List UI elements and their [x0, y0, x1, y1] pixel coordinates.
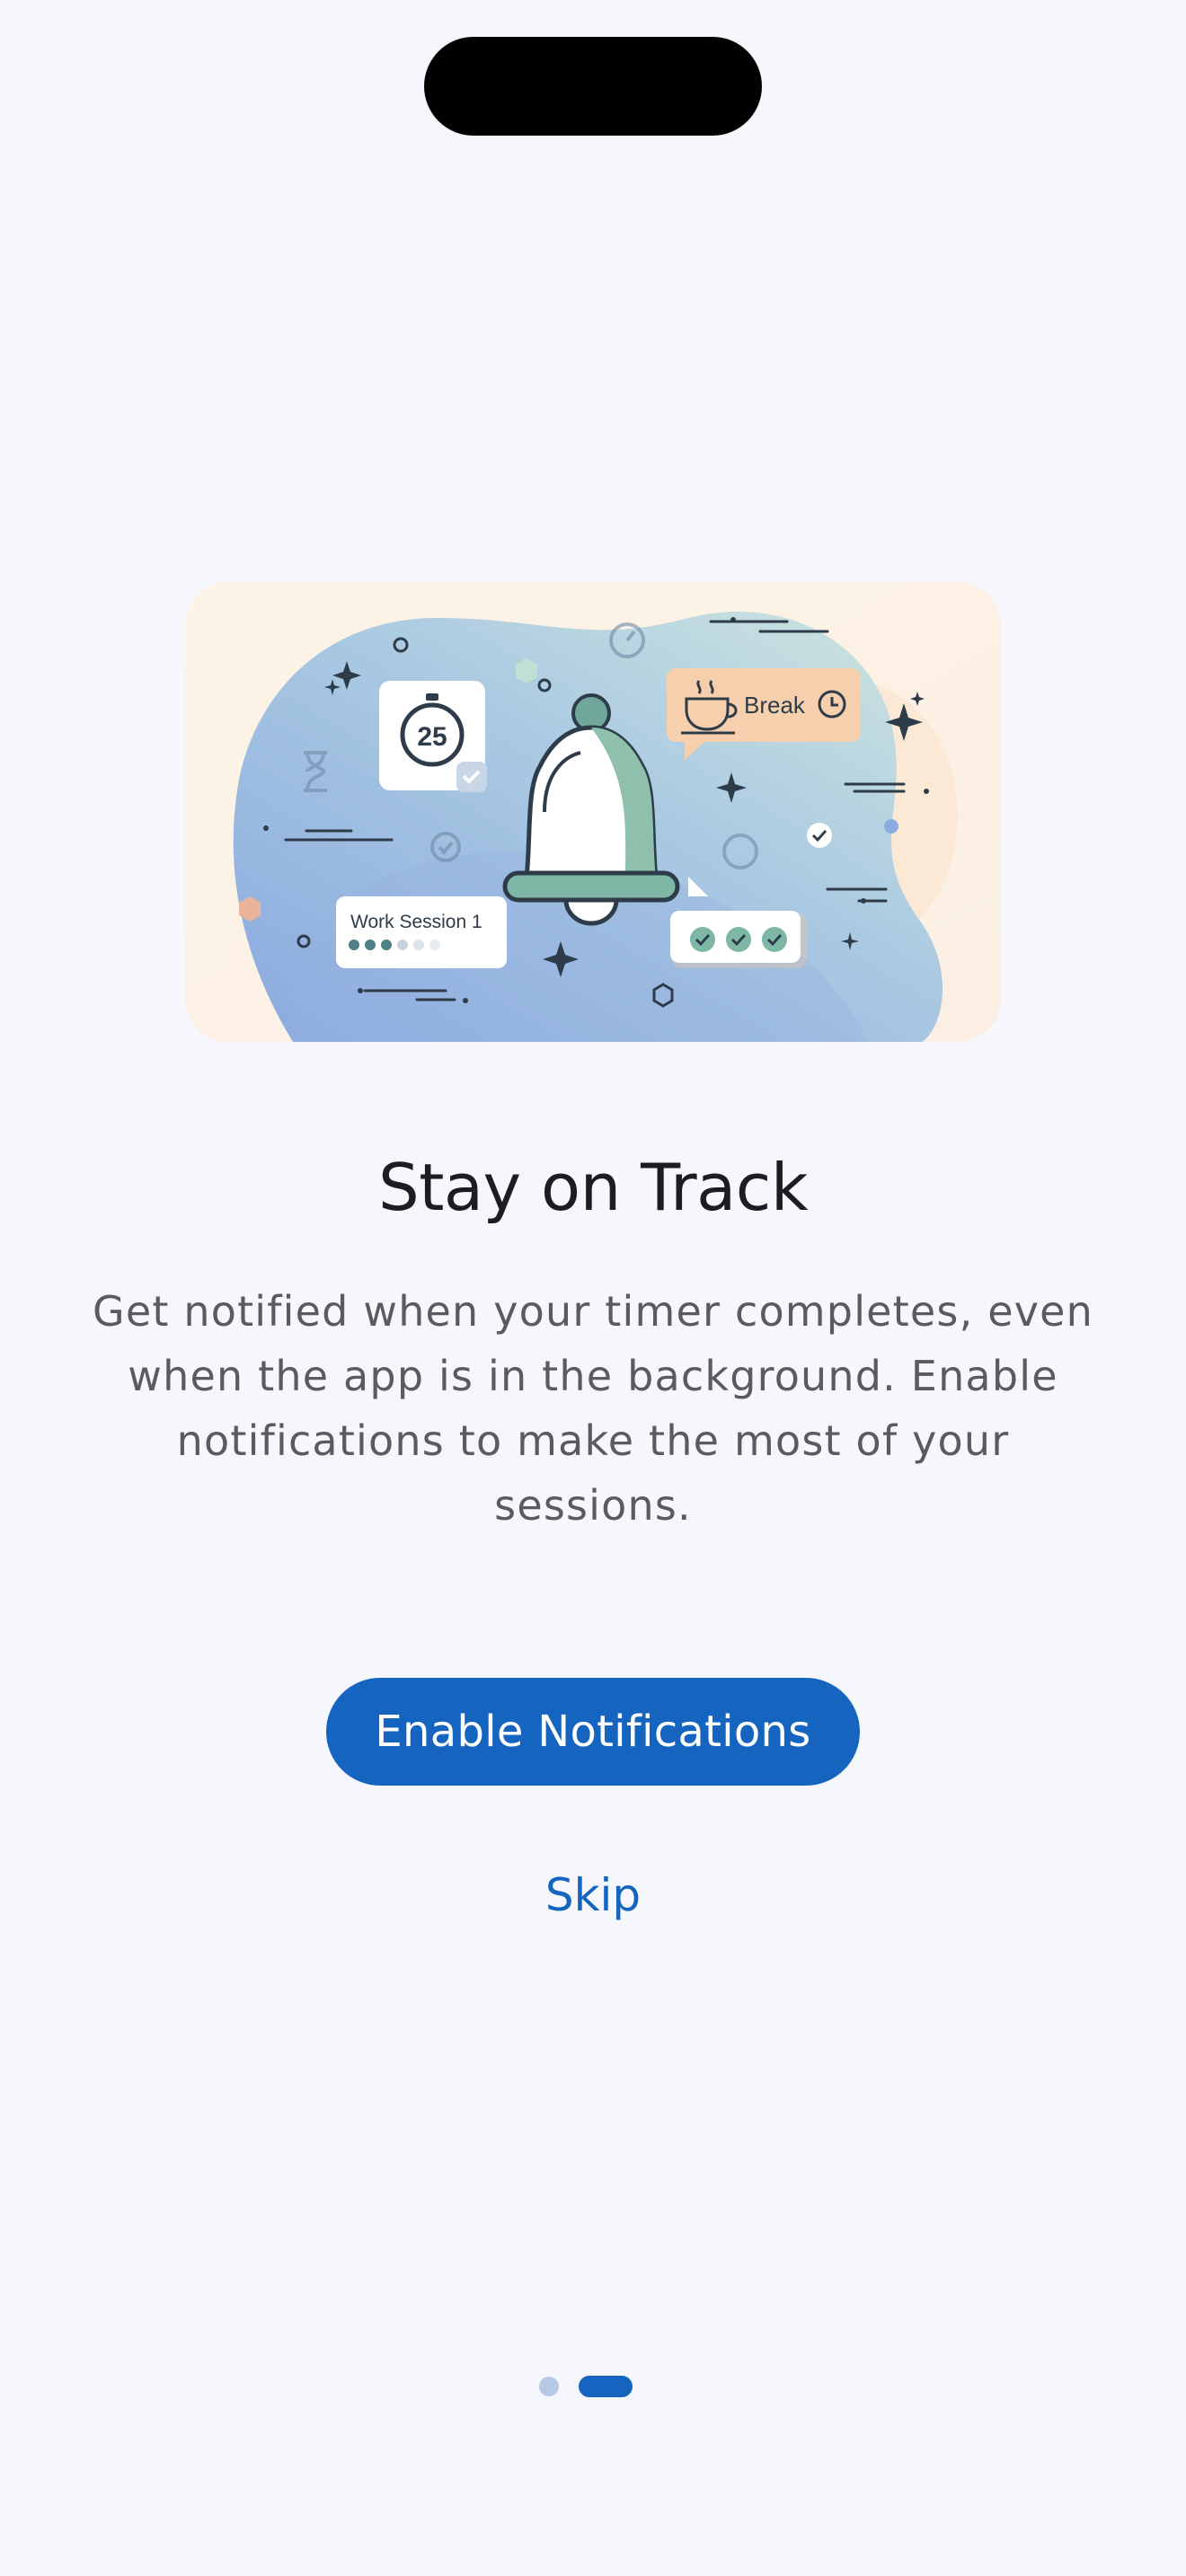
enable-notifications-button[interactable]: Enable Notifications: [326, 1678, 860, 1786]
session-label: Work Session 1: [350, 912, 482, 932]
break-label: Break: [744, 692, 806, 719]
page-dot[interactable]: [539, 2377, 559, 2396]
page-title: Stay on Track: [377, 1150, 809, 1225]
page-dot-active[interactable]: [579, 2376, 633, 2397]
stopwatch-icon: 25: [379, 681, 487, 792]
dynamic-island: [424, 37, 762, 136]
page-indicator: [539, 2375, 633, 2398]
timer-value: 25: [417, 722, 447, 752]
skip-button[interactable]: Skip: [503, 1859, 683, 1931]
enable-notifications-label: Enable Notifications: [375, 1707, 811, 1757]
hero-illustration: 25 Break Work Session 1: [185, 582, 1001, 1042]
page-description: Get notified when your timer completes, …: [92, 1287, 1094, 1530]
skip-label: Skip: [544, 1869, 642, 1921]
